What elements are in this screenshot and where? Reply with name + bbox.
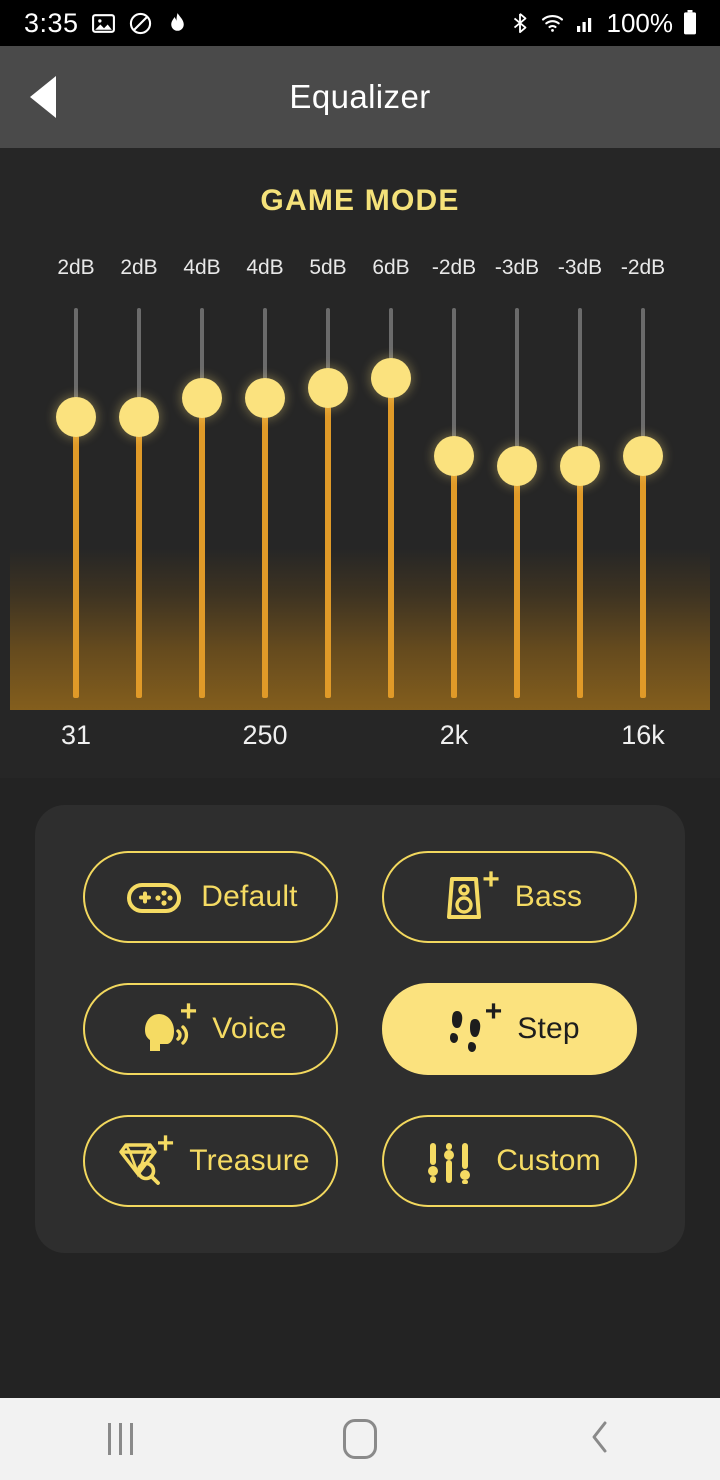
eq-slider-track-fill (388, 378, 394, 698)
preset-label: Step (517, 1012, 580, 1045)
android-nav-bar (0, 1398, 720, 1480)
eq-slider-thumb[interactable] (623, 436, 663, 477)
eq-slider-track-empty (515, 308, 519, 466)
status-bar: 3:35 100% (0, 0, 720, 46)
equalizer-screen: 3:35 100% Equalizer GAME MODE 2dB 2dB 4d… (0, 0, 720, 1480)
preset-grid: Default + Bass + Voice + Step + Treasure Custom (35, 805, 685, 1253)
eq-slider[interactable] (179, 148, 225, 778)
eq-slider-thumb[interactable] (182, 377, 222, 418)
eq-slider-thumb[interactable] (56, 397, 96, 438)
status-time: 3:35 (24, 7, 79, 38)
eq-slider-track-fill (73, 417, 79, 698)
eq-slider-thumb[interactable] (245, 377, 285, 418)
eq-slider[interactable] (116, 148, 162, 778)
plus-badge-icon: + (179, 995, 198, 1028)
footsteps-icon: + (439, 995, 503, 1058)
eq-slider-thumb[interactable] (308, 367, 348, 408)
preset-label: Voice (212, 1012, 287, 1045)
battery-percent: 100% (606, 7, 674, 38)
frequency-tick-label: 16k (621, 720, 665, 750)
app-bar: Equalizer (0, 46, 720, 148)
faders-icon (418, 1132, 480, 1190)
flame-icon (165, 11, 190, 36)
eq-slider-track-fill (514, 466, 520, 698)
preset-button-custom[interactable]: Custom (382, 1115, 637, 1207)
plus-badge-icon: + (482, 863, 500, 896)
preset-button-treasure[interactable]: + Treasure (83, 1115, 338, 1207)
preset-button-default[interactable]: Default (83, 851, 338, 943)
speaker-icon: + (437, 863, 500, 926)
eq-slider-track-fill (640, 456, 646, 698)
back-button[interactable] (0, 46, 86, 148)
eq-slider-thumb[interactable] (497, 446, 537, 486)
eq-slider[interactable] (620, 148, 666, 778)
eq-slider[interactable] (305, 148, 351, 778)
preset-label: Bass (514, 880, 583, 913)
image-icon (91, 11, 116, 36)
eq-slider-thumb[interactable] (119, 397, 159, 438)
frequency-tick-label: 31 (60, 720, 92, 750)
signal-icon (574, 11, 598, 35)
wifi-icon (540, 11, 565, 35)
plus-badge-icon: + (484, 995, 503, 1028)
eq-slider[interactable] (53, 148, 99, 778)
back-triangle-icon (30, 76, 56, 118)
preset-label: Default (201, 880, 298, 913)
dnd-icon (128, 11, 153, 36)
gamepad-icon (123, 868, 185, 926)
eq-slider[interactable] (494, 148, 540, 778)
status-bar-right: 100% (509, 8, 720, 39)
eq-slider-group[interactable] (0, 148, 720, 778)
preset-button-voice[interactable]: + Voice (83, 983, 338, 1075)
nav-recents-button[interactable] (40, 1398, 200, 1480)
voice-head-icon: + (134, 995, 198, 1058)
eq-slider-track-fill (199, 397, 205, 698)
eq-slider[interactable] (242, 148, 288, 778)
nav-home-button[interactable] (280, 1398, 440, 1480)
preset-button-step[interactable]: + Step (382, 983, 637, 1075)
eq-slider-track-fill (451, 456, 457, 698)
plus-badge-icon: + (156, 1127, 175, 1160)
eq-slider-thumb[interactable] (560, 446, 600, 486)
battery-full-icon (682, 10, 698, 36)
preset-label: Treasure (189, 1144, 310, 1177)
eq-slider-track-fill (577, 466, 583, 698)
eq-slider-track-fill (262, 397, 268, 698)
equalizer-panel: GAME MODE 2dB 2dB 4dB 4dB 5dB 6dB -2dB -3dB -3dB… (0, 148, 720, 778)
eq-slider-track-fill (325, 387, 331, 698)
eq-slider[interactable] (557, 148, 603, 778)
page-title: Equalizer (289, 78, 431, 115)
eq-slider-track-fill (136, 417, 142, 698)
nav-back-button[interactable] (520, 1398, 680, 1480)
recents-icon (107, 1423, 133, 1455)
home-icon (343, 1419, 377, 1459)
eq-slider-track-empty (578, 308, 582, 466)
frequency-label-row: 31 250 2k 16k (0, 720, 720, 764)
frequency-tick-label: 250 (242, 720, 288, 750)
frequency-tick-label: 2k (439, 720, 469, 750)
gem-search-icon: + (111, 1127, 175, 1190)
eq-slider[interactable] (431, 148, 477, 778)
preset-card: Default + Bass + Voice + Step + Treasure Custom (35, 805, 685, 1253)
status-bar-left: 3:35 (0, 8, 190, 39)
eq-slider-track-empty (452, 308, 456, 457)
preset-button-bass[interactable]: + Bass (382, 851, 637, 943)
eq-slider-thumb[interactable] (434, 436, 474, 477)
eq-slider[interactable] (368, 148, 414, 778)
eq-slider-track-empty (641, 308, 645, 457)
preset-label: Custom (496, 1144, 601, 1177)
bluetooth-icon (509, 11, 531, 35)
eq-slider-thumb[interactable] (371, 358, 411, 398)
back-chevron-icon (586, 1417, 614, 1462)
